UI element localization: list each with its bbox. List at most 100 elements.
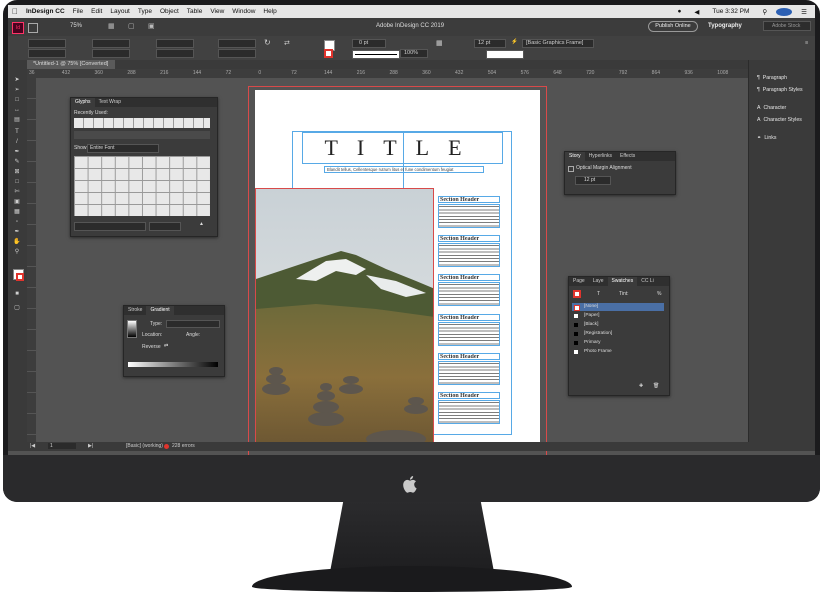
selection-tool-icon[interactable]: ➤ [13, 77, 21, 83]
preflight-profile[interactable]: [Basic] (working) [126, 443, 163, 449]
dock-item-character[interactable]: A Character [749, 102, 815, 113]
content-collector-icon[interactable]: ▤ [13, 117, 21, 123]
fitting-icon[interactable]: ▦ [436, 39, 443, 47]
menu-type[interactable]: Type [134, 8, 156, 15]
rectangle-tool-icon[interactable]: □ [13, 179, 21, 185]
document-title[interactable]: TITLE [302, 132, 503, 164]
section-block[interactable]: Section Header [438, 314, 500, 348]
volume-icon[interactable]: ◀ [690, 8, 703, 16]
line-tool-icon[interactable]: / [13, 139, 21, 145]
x-position-field[interactable] [28, 39, 66, 48]
stock-search-input[interactable]: Adobe Stock [763, 21, 811, 31]
dock-item-paragraph[interactable]: ¶ Paragraph [749, 72, 815, 83]
vertical-ruler[interactable] [27, 78, 36, 448]
section-block[interactable]: Section Header [438, 353, 500, 387]
scale-y-field[interactable] [156, 49, 194, 58]
menu-window[interactable]: Window [228, 8, 259, 15]
mountain-photo-frame[interactable] [255, 188, 434, 450]
formatting-text-icon[interactable]: T [597, 291, 600, 297]
frame-weight-field[interactable]: 12 pt [474, 39, 506, 48]
byline-text-frame[interactable]: Blandit tellus, Cellentesque rutrum litu… [324, 166, 484, 173]
tab-pages[interactable]: Page [569, 277, 589, 286]
menubar-clock[interactable]: Tue 3:32 PM [708, 8, 753, 15]
gradient-ramp[interactable] [128, 362, 218, 367]
document-tab[interactable]: *Untitled-1 @ 75% [Converted] [27, 60, 115, 69]
section-block[interactable]: Section Header [438, 274, 500, 308]
tab-swatches[interactable]: Swatches [607, 277, 638, 286]
new-swatch-icon[interactable]: ✚ [639, 383, 643, 389]
object-style-select[interactable]: [Basic Graphics Frame] [522, 39, 594, 48]
stroke-proxy-icon[interactable] [16, 273, 24, 281]
font-style-select[interactable] [149, 222, 181, 231]
dock-item-character-styles[interactable]: A Character Styles [749, 114, 815, 125]
tab-cc-libraries[interactable]: CC Li [637, 277, 658, 286]
screen-mode-icon[interactable]: ▢ [128, 22, 135, 30]
user-avatar[interactable] [776, 7, 793, 16]
publish-online-button[interactable]: Publish Online [648, 21, 698, 32]
tab-hyperlinks[interactable]: Hyperlinks [585, 152, 616, 161]
rectangle-frame-tool-icon[interactable]: ⊠ [13, 169, 21, 175]
swatch-row-photo-frame[interactable]: Photo Frame [572, 348, 664, 356]
tab-gradient[interactable]: Gradient [146, 306, 174, 315]
stroke-type-field[interactable] [352, 50, 400, 59]
menu-edit[interactable]: Edit [87, 8, 106, 15]
opacity-field[interactable]: 100% [400, 49, 428, 58]
swatch-row-primary[interactable]: Primary [572, 339, 664, 347]
type-tool-icon[interactable]: T [13, 129, 21, 135]
delete-swatch-icon[interactable]: 🗑 [653, 383, 659, 389]
eyedropper-tool-icon[interactable]: ✒ [13, 229, 21, 235]
stroke-weight-field[interactable]: 0 pt [352, 39, 386, 48]
zoom-level[interactable]: 75% [70, 23, 82, 29]
menu-view[interactable]: View [206, 8, 228, 15]
horizontal-ruler[interactable]: 36 432 360 288 216 144 72 0 72 144 216 288 360 432 504… [27, 69, 748, 78]
gradient-tool-icon[interactable]: ▦ [13, 209, 21, 215]
panel-menu-icon[interactable]: ≡ [805, 40, 808, 46]
flip-icon[interactable]: ⇄ [284, 39, 290, 47]
y-position-field[interactable] [28, 49, 66, 58]
menu-layout[interactable]: Layout [106, 8, 134, 15]
shear-field[interactable] [218, 49, 256, 58]
tab-effects[interactable]: Effects [616, 152, 639, 161]
free-transform-tool-icon[interactable]: ▣ [13, 199, 21, 205]
menu-object[interactable]: Object [156, 8, 183, 15]
view-options-icon[interactable]: ▦ [108, 22, 115, 30]
dock-item-links[interactable]: ⚭ Links [749, 132, 815, 143]
type-select[interactable] [166, 320, 220, 328]
notification-icon[interactable]: ☰ [797, 8, 811, 16]
hand-tool-icon[interactable]: ✋ [13, 239, 21, 245]
tab-layers[interactable]: Laye [589, 277, 608, 286]
height-field[interactable] [92, 49, 130, 58]
rotate-field[interactable] [218, 39, 256, 48]
bridge-icon[interactable] [28, 23, 38, 33]
wifi-icon[interactable]: ● [673, 8, 685, 15]
tab-story[interactable]: Story [565, 152, 585, 161]
show-font-select[interactable]: Entire Font [87, 144, 159, 153]
tab-glyphs[interactable]: Glyphs [71, 98, 95, 107]
reverse-gradient-icon[interactable]: ⇄ [164, 343, 168, 349]
arrange-documents-icon[interactable]: ▣ [148, 22, 155, 30]
font-family-select[interactable] [74, 222, 146, 231]
quick-apply-icon[interactable]: ⚡ [511, 39, 518, 45]
swatch-row-paper[interactable]: [Paper] [572, 312, 664, 320]
section-block[interactable]: Section Header [438, 196, 500, 230]
page-number-field[interactable]: 1 [48, 443, 76, 449]
page-tool-icon[interactable]: □ [13, 97, 21, 103]
stroke-swatch[interactable] [324, 49, 333, 58]
section-block[interactable]: Section Header [438, 392, 500, 426]
optical-margin-checkbox[interactable] [568, 166, 574, 172]
dock-item-paragraph-styles[interactable]: ¶ Paragraph Styles [749, 84, 815, 95]
preflight-errors[interactable]: 228 errors [172, 443, 195, 449]
next-page-icon[interactable]: ▶| [88, 443, 93, 449]
zoom-tool-icon[interactable]: ⚲ [13, 249, 21, 255]
swatch-row-none[interactable]: [None] [572, 303, 664, 311]
pencil-tool-icon[interactable]: ✎ [13, 159, 21, 165]
recent-glyphs-grid[interactable] [74, 118, 210, 128]
spotlight-icon[interactable]: ⚲ [758, 8, 771, 16]
optical-size-field[interactable]: 12 pt [575, 176, 611, 185]
zoom-mountain-icon[interactable]: ▲ [199, 221, 204, 227]
width-field[interactable] [92, 39, 130, 48]
menu-help[interactable]: Help [259, 8, 280, 15]
frame-color-field[interactable] [486, 50, 524, 59]
apple-menu-icon[interactable]:  [8, 7, 22, 16]
tab-stroke[interactable]: Stroke [124, 306, 146, 315]
